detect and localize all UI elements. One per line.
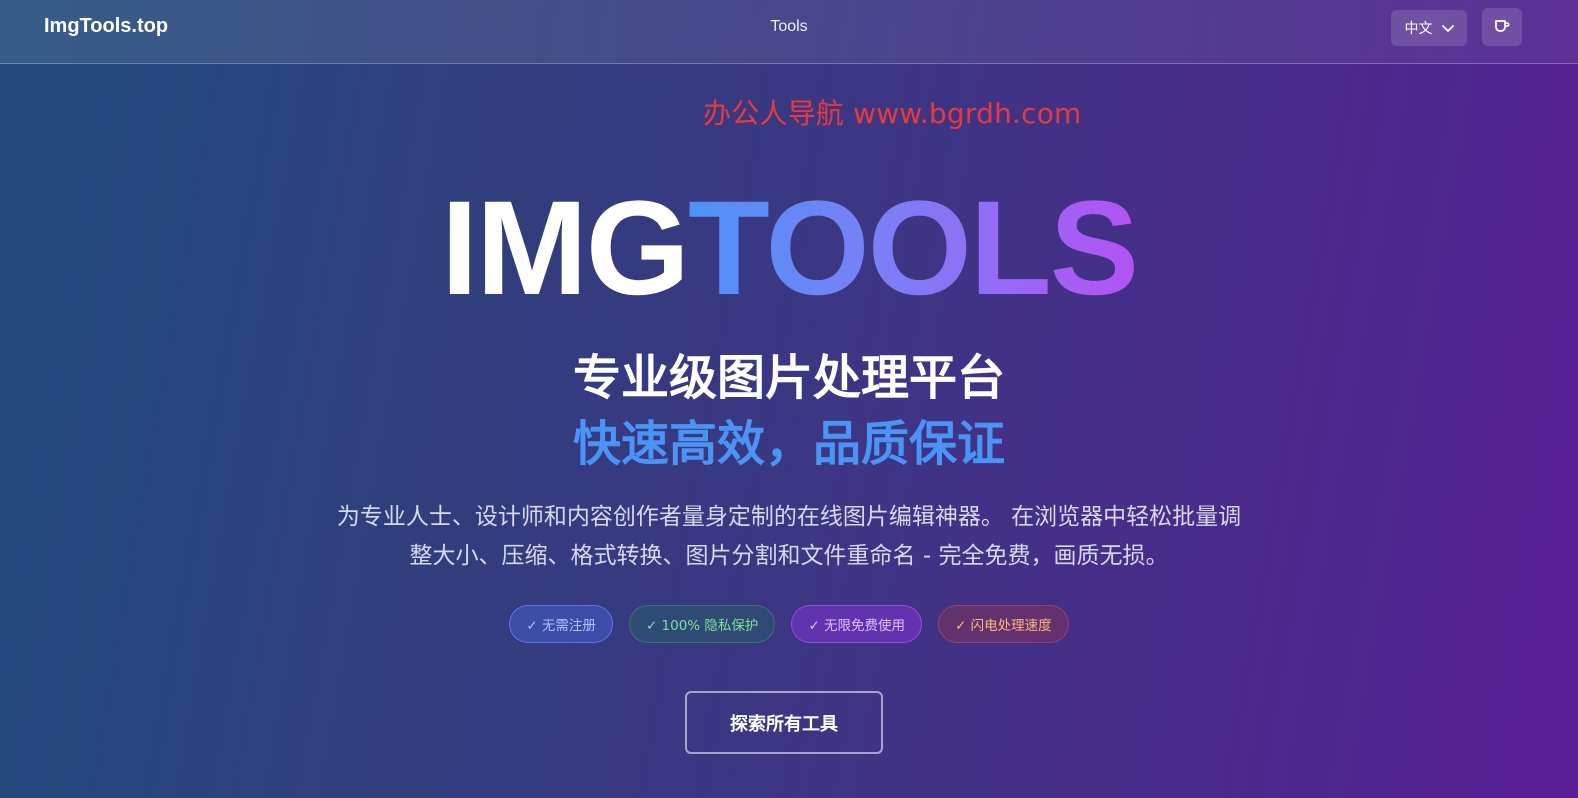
nav-tools-link[interactable]: Tools (770, 18, 807, 35)
hero-title-tools: TOOLS (687, 174, 1139, 323)
explore-tools-button[interactable]: 探索所有工具 (685, 691, 883, 754)
chevron-down-icon (1441, 20, 1454, 36)
coffee-button[interactable] (1482, 8, 1522, 46)
hero-title-img: IMG (440, 174, 690, 323)
language-selector[interactable]: 中文 (1391, 10, 1467, 46)
watermark-text: 办公人导航 www.bgrdh.com (703, 97, 1082, 130)
badge-no-registration: ✓ 无需注册 (509, 605, 613, 643)
language-label: 中文 (1404, 20, 1433, 36)
feature-badges: ✓ 无需注册 ✓ 100% 隐私保护 ✓ 无限免费使用 ✓ 闪电处理速度 (0, 605, 1578, 643)
hero-tagline: 快速高效，品质保证 (572, 416, 1005, 472)
coffee-cup-icon (1494, 18, 1510, 37)
badge-privacy: ✓ 100% 隐私保护 (628, 605, 776, 643)
hero-subtitle: 专业级图片处理平台 (572, 350, 1005, 406)
hero-description: 为专业人士、设计师和内容创作者量身定制的在线图片编辑神器。 在浏览器中轻松批量调… (336, 504, 1242, 569)
site-logo[interactable]: ImgTools.top (44, 15, 168, 38)
hero-title: IMGTOOLS (0, 182, 1578, 316)
top-navbar: ImgTools.top Tools 中文 (0, 0, 1578, 64)
nav-menu: Tools (0, 18, 1578, 36)
badge-fast-processing: ✓ 闪电处理速度 (938, 605, 1069, 643)
badge-unlimited-free: ✓ 无限免费使用 (791, 605, 923, 643)
